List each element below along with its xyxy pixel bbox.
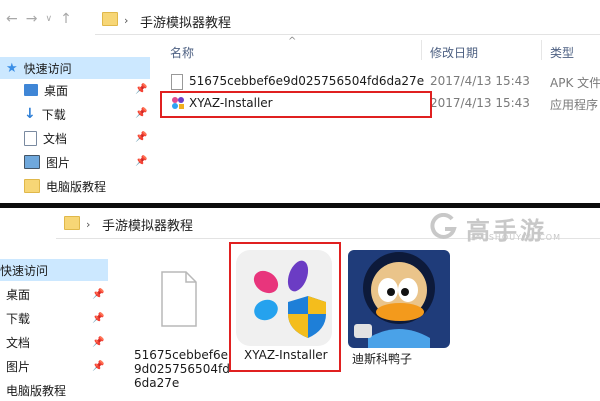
file-type: 应用程序 (550, 98, 599, 112)
label-line: 9d025756504fd (134, 362, 230, 376)
column-header-type[interactable]: 类型 (550, 44, 574, 61)
file-name: 51675cebbef6e9d025756504fd6da27e (189, 74, 425, 88)
tile-label: 51675cebbef6e 9d025756504fd 6da27e (134, 348, 230, 390)
column-divider (541, 40, 542, 60)
sidebar-item-label: 文档 (43, 131, 68, 146)
sidebar-item-label: 图片 (46, 155, 71, 170)
pin-icon[interactable]: 📌 (92, 361, 104, 372)
back-arrow-icon[interactable]: ← (6, 11, 18, 27)
desktop-icon (24, 84, 38, 96)
sidebar-item-label: 快速访问 (0, 263, 49, 278)
watermark-url: GAOSHOUYOU.COM (468, 233, 562, 242)
file-date: 2017/4/13 15:43 (430, 96, 530, 110)
sidebar-item-label: 下载 (41, 107, 66, 122)
tile-label: 迪斯科鸭子 (352, 352, 413, 366)
folder-icon (102, 12, 118, 26)
file-tile-game[interactable]: 迪斯科鸭子 (348, 248, 452, 368)
pin-icon[interactable]: 📌 (92, 289, 104, 300)
download-icon: ↓ (24, 106, 36, 122)
sidebar-item-downloads[interactable]: 下载 (0, 307, 30, 329)
watermark-g-icon (430, 213, 457, 239)
nav-buttons: ← → ∨ ↑ (6, 8, 86, 30)
file-type: APK 文件 (550, 76, 600, 90)
star-icon: ★ (6, 60, 18, 76)
file-date: 2017/4/13 15:43 (430, 74, 530, 88)
sidebar-item-tutorial-folder[interactable]: 电脑版教程 (0, 379, 66, 401)
file-icon (171, 74, 183, 90)
breadcrumb-chevron-icon[interactable]: › (124, 14, 128, 27)
picture-icon (24, 155, 40, 169)
sidebar-item-desktop[interactable]: 桌面 (0, 283, 30, 305)
sidebar-item-label: 图片 (6, 359, 31, 374)
column-header-date[interactable]: 修改日期 (430, 44, 478, 61)
breadcrumb-folder[interactable]: 手游模拟器教程 (140, 12, 231, 31)
window-divider (0, 203, 600, 208)
sidebar-item-label: 桌面 (44, 83, 69, 98)
sidebar-item-tutorial-folder[interactable]: 电脑版教程 (0, 175, 106, 197)
file-row-apk[interactable]: 51675cebbef6e9d025756504fd6da27e 2017/4/… (165, 72, 600, 92)
sidebar-item-label: 下载 (6, 311, 31, 326)
sidebar-item-pictures[interactable]: 图片 (0, 151, 70, 173)
highlight-box (160, 91, 432, 118)
pin-icon[interactable]: 📌 (92, 337, 104, 348)
sidebar-item-pictures[interactable]: 图片 (0, 355, 30, 377)
column-header-name[interactable]: 名称 (170, 44, 194, 61)
pin-icon[interactable]: 📌 (92, 313, 104, 324)
pin-icon[interactable]: 📌 (135, 156, 147, 167)
sidebar-item-documents[interactable]: 文档 (0, 331, 30, 353)
sidebar-item-label: 快速访问 (23, 61, 72, 76)
blank-file-icon (161, 271, 197, 327)
game-app-icon (348, 250, 450, 348)
pin-icon[interactable]: 📌 (135, 132, 147, 143)
file-tile-apk[interactable]: 51675cebbef6e 9d025756504fd 6da27e (130, 250, 230, 400)
sidebar-item-label: 电脑版教程 (46, 179, 107, 194)
label-line: 51675cebbef6e (134, 348, 229, 362)
chevron-down-icon[interactable]: ∨ (45, 14, 52, 24)
folder-icon (24, 179, 40, 193)
pin-icon[interactable]: 📌 (135, 84, 147, 95)
document-icon (24, 130, 37, 146)
sidebar-item-label: 电脑版教程 (6, 383, 67, 398)
label-line: 6da27e (134, 376, 180, 390)
sidebar-item-downloads[interactable]: ↓ 下载 (0, 103, 66, 125)
sidebar-item-documents[interactable]: 文档 (0, 127, 67, 149)
column-divider (421, 40, 422, 60)
sort-up-icon: ^ (288, 36, 297, 47)
up-arrow-icon[interactable]: ↑ (60, 11, 72, 27)
highlight-box (229, 242, 341, 372)
sidebar-item-label: 文档 (6, 335, 31, 350)
sidebar-item-label: 桌面 (6, 287, 31, 302)
sidebar-item-quick-access[interactable]: ★ 快速访问 (0, 57, 150, 79)
sidebar-item-quick-access[interactable]: 快速访问 (0, 259, 108, 281)
forward-arrow-icon[interactable]: → (26, 11, 38, 27)
sidebar-item-desktop[interactable]: 桌面 (0, 79, 68, 101)
pin-icon[interactable]: 📌 (135, 108, 147, 119)
